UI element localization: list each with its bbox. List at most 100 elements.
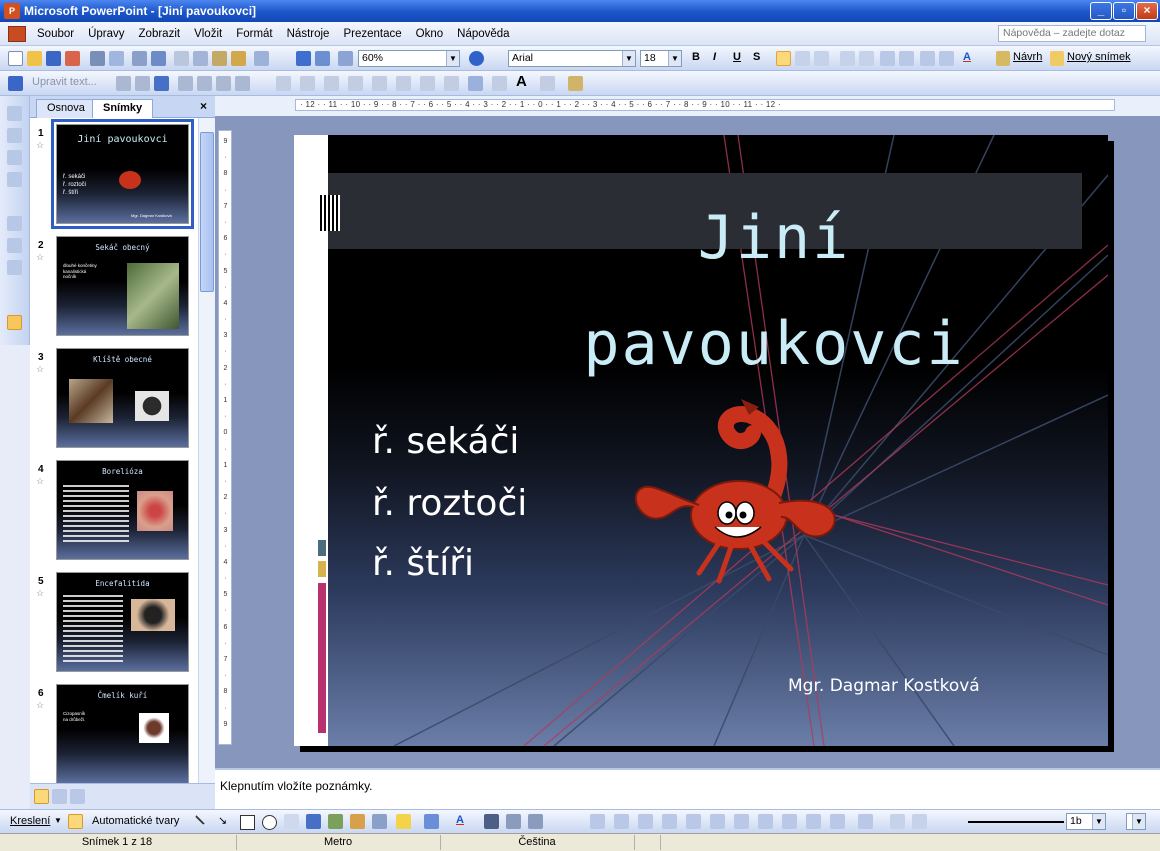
thumbnail-scrollbar[interactable] <box>198 118 215 783</box>
line-icon[interactable] <box>194 810 210 826</box>
bullets-icon[interactable] <box>859 51 874 66</box>
autoshapes-button[interactable]: Automatické tvary <box>92 815 179 827</box>
design-button[interactable]: Návrh <box>1013 51 1042 63</box>
menu-nastroje[interactable]: Nástroje <box>280 28 337 40</box>
edit-points-icon[interactable] <box>912 814 927 829</box>
normal-view-icon[interactable] <box>34 789 49 804</box>
set-transparent-icon[interactable] <box>782 814 797 829</box>
slide-thumbnail-1[interactable]: Jiní pavoukovci ř. sekáči ř. roztoči ř. … <box>51 119 194 229</box>
line-color-icon[interactable] <box>424 814 439 829</box>
crop-icon[interactable] <box>662 814 677 829</box>
expand-icon[interactable] <box>7 238 22 253</box>
contrast-icon[interactable] <box>614 814 629 829</box>
slide-thumbnail-3[interactable]: Klíště obecné <box>56 348 189 448</box>
show-formatting-icon[interactable] <box>7 315 22 330</box>
edit-icon[interactable] <box>890 814 905 829</box>
vertical-text-icon[interactable] <box>197 76 212 91</box>
outline-tool-icon[interactable] <box>300 76 315 91</box>
cut-icon[interactable] <box>174 51 189 66</box>
menu-format[interactable]: Formát <box>229 28 279 40</box>
table-tool-icon[interactable] <box>324 76 339 91</box>
slide-title-line-1[interactable]: Jiní <box>454 203 1094 273</box>
rectangle-icon[interactable] <box>240 815 255 830</box>
wordart-icon[interactable] <box>8 76 23 91</box>
brightness-icon[interactable] <box>638 814 653 829</box>
align-right-icon[interactable] <box>814 51 829 66</box>
slide-bullet-3[interactable]: ř. štíři <box>372 543 474 584</box>
picture-tool-icon[interactable] <box>276 76 291 91</box>
alignment-icon[interactable] <box>216 76 231 91</box>
insert-table-icon[interactable] <box>315 51 330 66</box>
oval-icon[interactable] <box>262 815 277 830</box>
edit-text-button[interactable]: Upravit text... <box>32 76 97 88</box>
draw-menu-button[interactable]: Kreslení <box>10 815 50 827</box>
underline-button[interactable]: U <box>733 51 741 63</box>
menu-vlozit[interactable]: Vložit <box>187 28 229 40</box>
font-select[interactable]: Arial ▼ <box>508 50 636 67</box>
shadow-style-icon[interactable] <box>806 814 821 829</box>
box-tool-icon[interactable] <box>396 76 411 91</box>
slide-thumbnail-6[interactable]: Čmelík kuří Cizopasník na drůbeži. <box>56 684 189 783</box>
slideshow-icon[interactable] <box>70 789 85 804</box>
menu-okno[interactable]: Okno <box>409 28 451 40</box>
slide-1[interactable]: Jiní pavoukovci ř. sekáči ř. roztoči ř. … <box>294 135 1108 746</box>
menu-soubor[interactable]: Soubor <box>30 28 81 40</box>
insert-chart-icon[interactable] <box>296 51 311 66</box>
numbering-icon[interactable] <box>840 51 855 66</box>
rotate-icon[interactable] <box>686 814 701 829</box>
line-weight-select[interactable]: 1b ▼ <box>1066 813 1106 830</box>
chevron-down-icon[interactable]: ▼ <box>622 51 635 66</box>
slide-bullet-2[interactable]: ř. roztoči <box>372 483 527 524</box>
undo-icon[interactable] <box>254 51 269 66</box>
help-search-input[interactable]: Nápověda – zadejte dotaz <box>998 25 1146 42</box>
merge-tool-icon[interactable] <box>348 76 363 91</box>
slide-title-line-2[interactable]: pavoukovci <box>454 309 1094 379</box>
same-height-icon[interactable] <box>178 76 193 91</box>
maximize-button[interactable]: ▫ <box>1113 2 1135 20</box>
new-icon[interactable] <box>8 51 23 66</box>
scrollbar-thumb[interactable] <box>200 132 214 292</box>
line-style-icon[interactable] <box>484 814 499 829</box>
font-size-select[interactable]: 18 ▼ <box>640 50 682 67</box>
picture-format-icon[interactable] <box>590 814 605 829</box>
shadow-button[interactable]: S <box>753 51 760 63</box>
paste-icon[interactable] <box>212 51 227 66</box>
new-slide-button[interactable]: Nový snímek <box>1067 51 1131 63</box>
increase-font-icon[interactable] <box>880 51 895 66</box>
open-icon[interactable] <box>27 51 42 66</box>
italic-button[interactable]: I <box>713 51 716 63</box>
wordart-gallery-icon[interactable] <box>116 76 131 91</box>
picture-icon[interactable] <box>372 814 387 829</box>
spelling-icon[interactable] <box>132 51 147 66</box>
align-center-icon[interactable] <box>795 51 810 66</box>
demote-icon[interactable] <box>7 128 22 143</box>
fill-effects-icon[interactable] <box>858 814 873 829</box>
font-color-button[interactable]: A <box>963 51 971 63</box>
text-tool-button[interactable]: A <box>516 73 527 90</box>
slide-thumbnail-4[interactable]: Borelióza <box>56 460 189 560</box>
diagram-icon[interactable] <box>328 814 343 829</box>
promote-icon[interactable] <box>7 106 22 121</box>
decrease-font-icon[interactable] <box>899 51 914 66</box>
slide-sorter-icon[interactable] <box>52 789 67 804</box>
minimize-button[interactable]: _ <box>1090 2 1112 20</box>
3d-style-icon[interactable] <box>830 814 845 829</box>
format-painter-icon[interactable] <box>231 51 246 66</box>
scorpion-clipart[interactable] <box>619 385 859 585</box>
increase-indent-icon[interactable] <box>939 51 954 66</box>
menu-prezentace[interactable]: Prezentace <box>336 28 408 40</box>
copy-icon[interactable] <box>193 51 208 66</box>
chevron-down-icon[interactable]: ▼ <box>446 51 459 66</box>
wordart-insert-icon[interactable] <box>306 814 321 829</box>
tab-osnova[interactable]: Osnova <box>36 99 96 118</box>
collapse-icon[interactable] <box>7 216 22 231</box>
print-icon[interactable] <box>90 51 105 66</box>
zoom-select[interactable]: 60% ▼ <box>358 50 460 67</box>
font-color-drawing-button[interactable]: A <box>456 814 464 826</box>
print-preview-icon[interactable] <box>109 51 124 66</box>
chevron-down-icon[interactable]: ▼ <box>1132 814 1145 829</box>
select-objects-icon[interactable] <box>68 814 83 829</box>
clipart-icon[interactable] <box>350 814 365 829</box>
arrow-style-icon[interactable] <box>528 814 543 829</box>
align-left-icon[interactable] <box>776 51 791 66</box>
